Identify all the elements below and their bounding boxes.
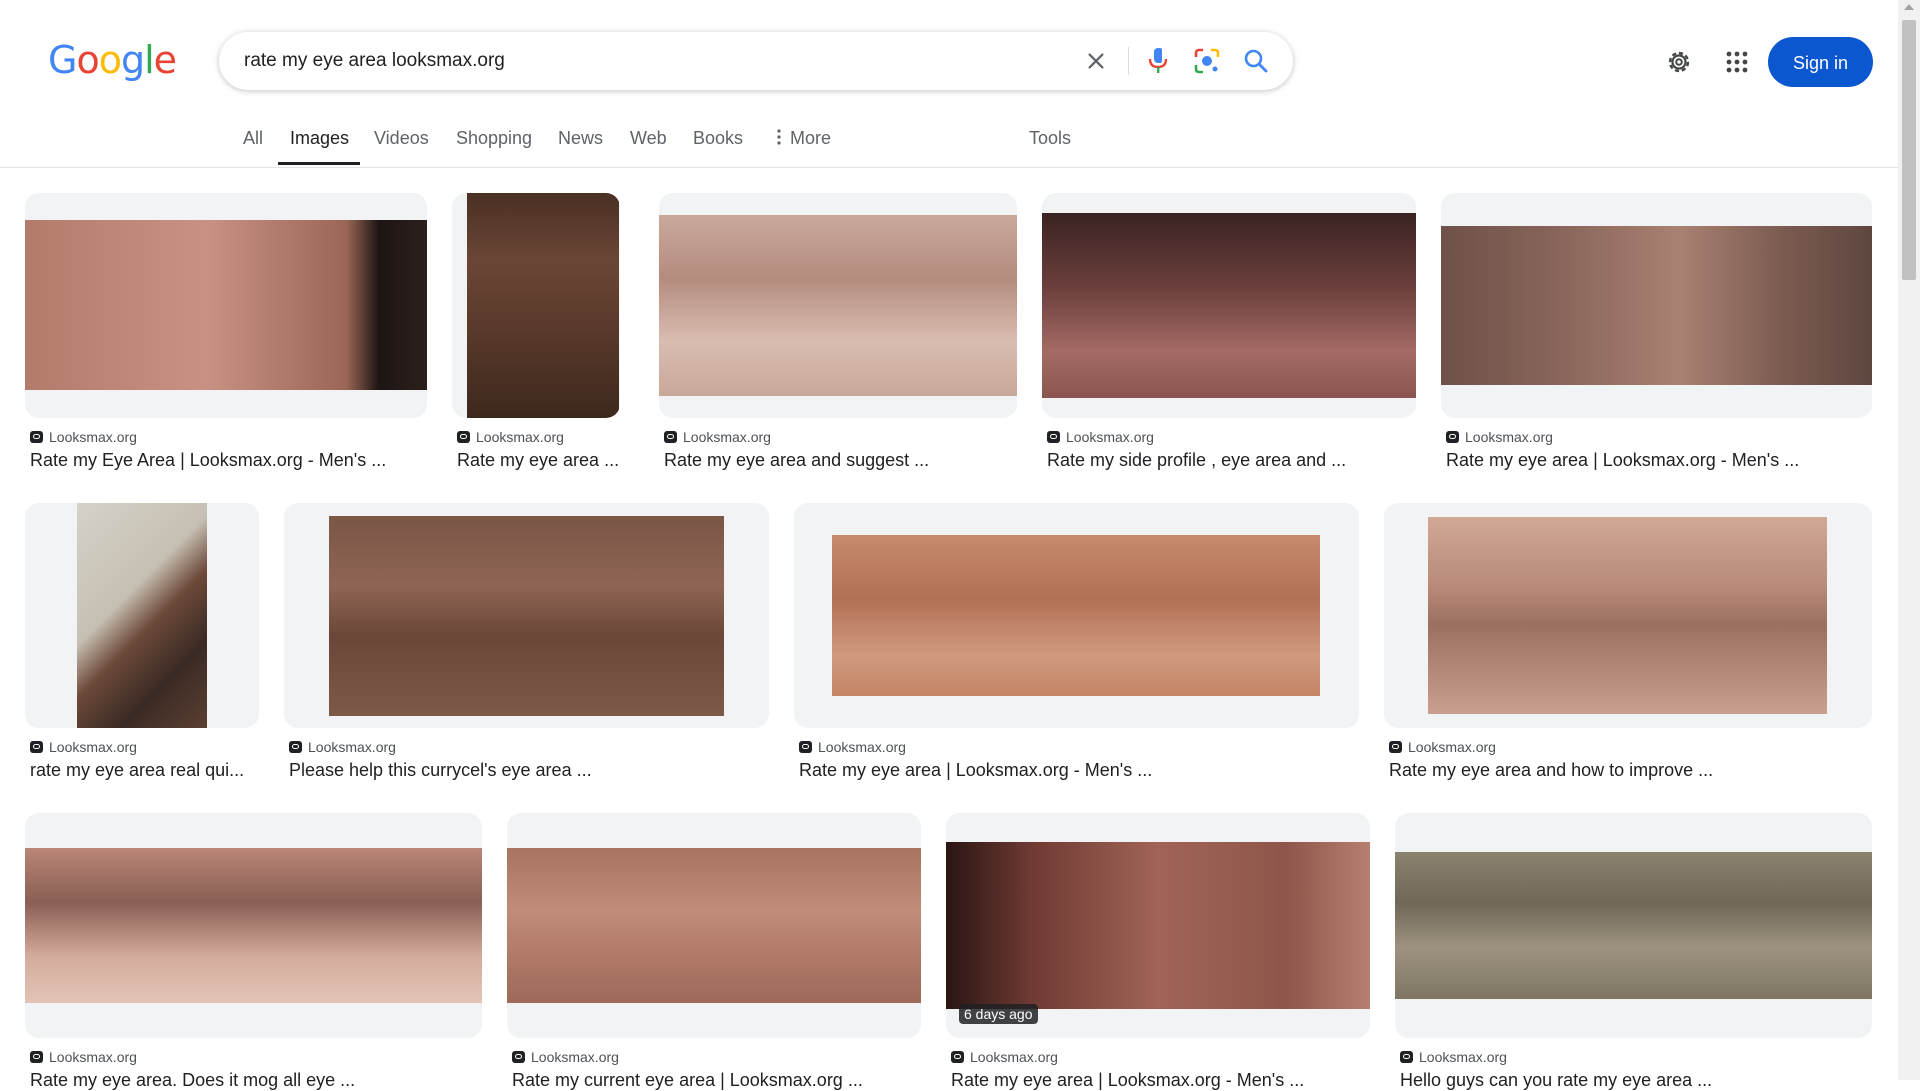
settings-gear-icon[interactable] xyxy=(1659,42,1699,82)
looksmax-favicon-icon xyxy=(289,741,302,753)
result-title[interactable]: Rate my current eye area | Looksmax.org … xyxy=(512,1070,922,1091)
tab-books[interactable]: Books xyxy=(693,128,743,149)
tab-news[interactable]: News xyxy=(558,128,603,149)
scrollbar[interactable] xyxy=(1898,0,1920,1080)
result-title[interactable]: rate my eye area real qui... xyxy=(30,760,260,781)
tab-more[interactable]: More xyxy=(777,128,831,150)
result-source[interactable]: Looksmax.org xyxy=(531,1049,619,1065)
image-thumbnail-frame[interactable] xyxy=(25,503,259,728)
looksmax-favicon-icon xyxy=(30,741,43,753)
image-thumbnail-frame[interactable] xyxy=(794,503,1359,728)
result-source[interactable]: Looksmax.org xyxy=(1066,429,1154,445)
image-thumbnail-frame[interactable] xyxy=(25,193,427,418)
image-thumbnail-frame[interactable] xyxy=(284,503,769,728)
result-source[interactable]: Looksmax.org xyxy=(308,739,396,755)
result-title[interactable]: Rate my Eye Area | Looksmax.org - Men's … xyxy=(30,450,428,471)
looksmax-favicon-icon xyxy=(30,1051,43,1063)
looksmax-favicon-icon xyxy=(951,1051,964,1063)
looksmax-favicon-icon xyxy=(1047,431,1060,443)
image-thumbnail-frame[interactable] xyxy=(25,813,482,1038)
tab-web[interactable]: Web xyxy=(630,128,667,149)
result-source[interactable]: Looksmax.org xyxy=(1419,1049,1507,1065)
eye-photo[interactable] xyxy=(832,535,1320,696)
image-thumbnail-frame[interactable] xyxy=(507,813,921,1038)
result-title[interactable]: Rate my eye area | Looksmax.org - Men's … xyxy=(799,760,1360,781)
header: Google rate my eye area looksmax.org Sig… xyxy=(0,0,1898,168)
result-source[interactable]: Looksmax.org xyxy=(818,739,906,755)
looksmax-favicon-icon xyxy=(1400,1051,1413,1063)
tab-more-label: More xyxy=(790,128,832,148)
eye-photo[interactable] xyxy=(467,193,619,418)
result-source[interactable]: Looksmax.org xyxy=(683,429,771,445)
result-source[interactable]: Looksmax.org xyxy=(476,429,564,445)
search-icon[interactable] xyxy=(1236,41,1276,81)
result-title[interactable]: Rate my eye area. Does it mog all eye ..… xyxy=(30,1070,483,1091)
search-box[interactable]: rate my eye area looksmax.org xyxy=(219,32,1293,90)
eye-photo[interactable] xyxy=(946,842,1370,1009)
scroll-up-arrow-icon[interactable] xyxy=(1904,4,1914,10)
result-title[interactable]: Rate my side profile , eye area and ... xyxy=(1047,450,1417,471)
more-vert-icon xyxy=(777,129,781,150)
eye-photo[interactable] xyxy=(25,848,482,1003)
looksmax-favicon-icon xyxy=(1389,741,1402,753)
search-divider xyxy=(1128,47,1129,75)
eye-photo[interactable] xyxy=(329,516,724,716)
active-tab-indicator xyxy=(278,162,360,165)
tab-images[interactable]: Images xyxy=(290,128,349,149)
eye-photo[interactable] xyxy=(1395,852,1872,999)
result-title[interactable]: Hello guys can you rate my eye area ... xyxy=(1400,1070,1873,1091)
google-apps-icon[interactable] xyxy=(1717,42,1757,82)
result-source[interactable]: Looksmax.org xyxy=(49,1049,137,1065)
clear-icon[interactable] xyxy=(1076,41,1116,81)
eye-photo[interactable] xyxy=(1042,213,1416,398)
scrollbar-thumb[interactable] xyxy=(1902,20,1916,280)
result-source[interactable]: Looksmax.org xyxy=(970,1049,1058,1065)
search-input[interactable]: rate my eye area looksmax.org xyxy=(244,32,505,90)
looksmax-favicon-icon xyxy=(1446,431,1459,443)
face-photo[interactable] xyxy=(77,503,207,728)
image-thumbnail-frame[interactable] xyxy=(1042,193,1416,418)
result-source[interactable]: Looksmax.org xyxy=(1465,429,1553,445)
looksmax-favicon-icon xyxy=(30,431,43,443)
image-thumbnail-frame[interactable]: 6 days ago xyxy=(946,813,1370,1038)
image-thumbnail-frame[interactable] xyxy=(1441,193,1872,418)
looksmax-favicon-icon xyxy=(664,431,677,443)
image-thumbnail-frame[interactable] xyxy=(659,193,1017,418)
result-source[interactable]: Looksmax.org xyxy=(49,739,137,755)
result-title[interactable]: Rate my eye area | Looksmax.org - Men's … xyxy=(1446,450,1873,471)
tab-videos[interactable]: Videos xyxy=(374,128,429,149)
image-thumbnail-frame[interactable] xyxy=(1384,503,1872,728)
result-source[interactable]: Looksmax.org xyxy=(1408,739,1496,755)
looksmax-favicon-icon xyxy=(457,431,470,443)
eye-photo[interactable] xyxy=(1441,226,1872,385)
tab-tools[interactable]: Tools xyxy=(1029,128,1071,149)
result-title[interactable]: Rate my eye area and suggest ... xyxy=(664,450,1018,471)
result-source[interactable]: Looksmax.org xyxy=(49,429,137,445)
result-title[interactable]: Rate my eye area ... xyxy=(457,450,621,471)
image-thumbnail-frame[interactable] xyxy=(1395,813,1872,1038)
result-title[interactable]: Rate my eye area and how to improve ... xyxy=(1389,760,1873,781)
tab-all[interactable]: All xyxy=(243,128,263,149)
looksmax-favicon-icon xyxy=(512,1051,525,1063)
tab-shopping[interactable]: Shopping xyxy=(456,128,532,149)
eye-photo[interactable] xyxy=(25,220,427,390)
microphone-icon[interactable] xyxy=(1138,41,1178,81)
sign-in-button[interactable]: Sign in xyxy=(1768,37,1873,87)
looksmax-favicon-icon xyxy=(799,741,812,753)
google-lens-icon[interactable] xyxy=(1187,41,1227,81)
result-title[interactable]: Please help this currycel's eye area ... xyxy=(289,760,770,781)
eye-photo[interactable] xyxy=(507,848,921,1003)
eye-photo[interactable] xyxy=(1428,517,1827,714)
date-badge: 6 days ago xyxy=(959,1004,1038,1024)
eye-photo[interactable] xyxy=(659,215,1017,396)
image-thumbnail-frame[interactable] xyxy=(452,193,620,418)
result-title[interactable]: Rate my eye area | Looksmax.org - Men's … xyxy=(951,1070,1371,1091)
google-logo[interactable]: Google xyxy=(48,38,177,82)
